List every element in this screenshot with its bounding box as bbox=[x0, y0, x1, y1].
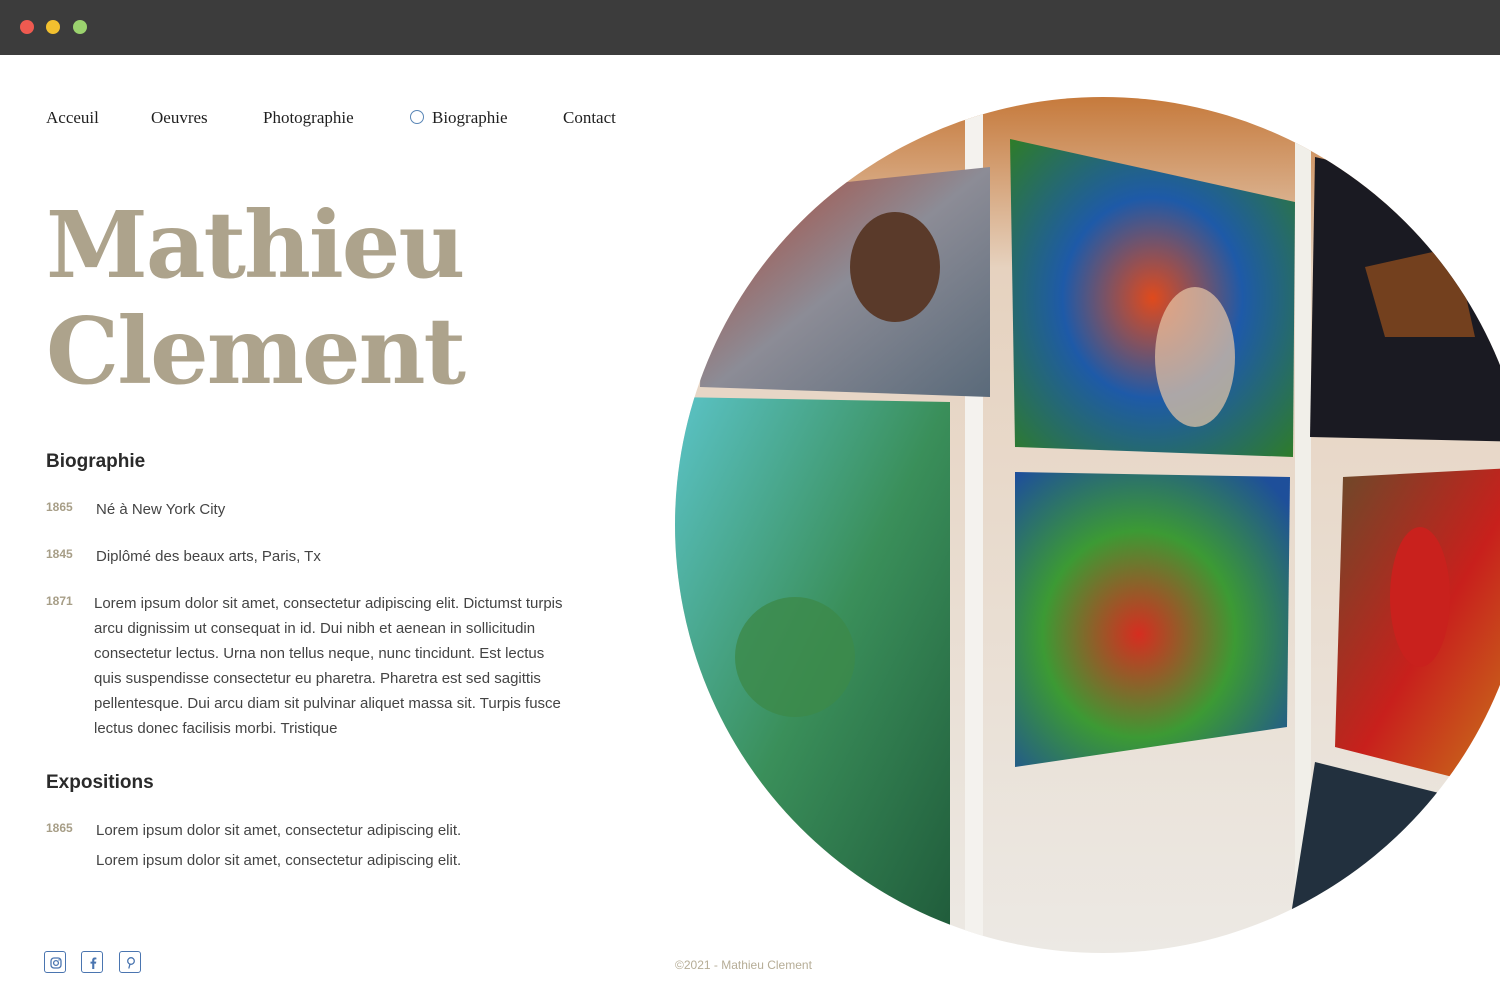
facebook-icon[interactable] bbox=[81, 951, 103, 973]
footer-copyright: ©2021 - Mathieu Clement bbox=[675, 958, 812, 972]
expo-entry-line: Lorem ipsum dolor sit amet, consectetur … bbox=[96, 852, 462, 869]
minimize-window-button[interactable] bbox=[46, 20, 60, 34]
instagram-icon[interactable] bbox=[44, 951, 66, 973]
bio-entry-text: Né à New York City bbox=[96, 501, 226, 518]
bio-year: 1865 bbox=[46, 500, 73, 514]
nav-item-biographie[interactable]: Biographie bbox=[410, 108, 508, 128]
expo-year: 1865 bbox=[46, 821, 73, 835]
expo-entry-line: Lorem ipsum dolor sit amet, consectetur … bbox=[96, 822, 462, 839]
gallery-paintings-illustration bbox=[675, 97, 1500, 953]
nav-item-contact[interactable]: Contact bbox=[563, 108, 616, 128]
artist-name: Mathieu Clement bbox=[46, 191, 466, 405]
artist-first-name: Mathieu bbox=[46, 191, 465, 299]
artist-last-name: Clement bbox=[46, 297, 466, 405]
nav-item-oeuvres[interactable]: Oeuvres bbox=[151, 108, 208, 128]
maximize-window-button[interactable] bbox=[73, 20, 87, 34]
nav-item-photographie[interactable]: Photographie bbox=[263, 108, 354, 128]
gallery-photo bbox=[675, 97, 1500, 953]
pinterest-icon[interactable] bbox=[119, 951, 141, 973]
bio-year: 1871 bbox=[46, 594, 73, 608]
expositions-heading: Expositions bbox=[46, 772, 154, 793]
window-titlebar bbox=[0, 0, 1500, 55]
bio-entry-paragraph: Lorem ipsum dolor sit amet, consectetur … bbox=[94, 595, 563, 737]
biographie-heading: Biographie bbox=[46, 451, 146, 472]
bio-entry-text: Diplômé des beaux arts, Paris, Tx bbox=[96, 548, 321, 565]
bio-year: 1845 bbox=[46, 547, 73, 561]
active-circle-icon bbox=[410, 110, 424, 124]
close-window-button[interactable] bbox=[20, 20, 34, 34]
nav-item-label: Biographie bbox=[432, 108, 508, 127]
nav-item-acceuil[interactable]: Acceuil bbox=[46, 108, 99, 128]
